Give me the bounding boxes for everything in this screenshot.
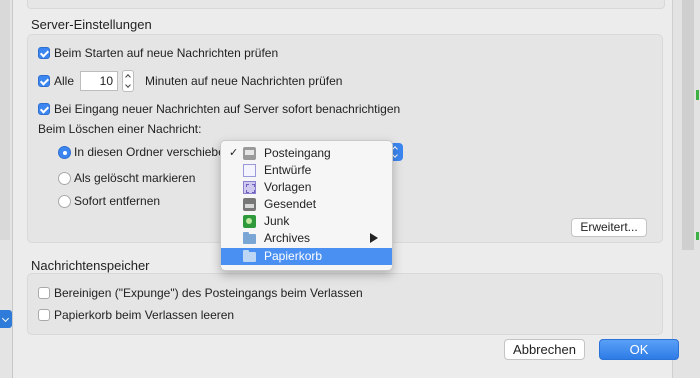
junk-icon xyxy=(243,215,256,228)
submenu-arrow-icon xyxy=(370,233,378,243)
check-on-start-checkbox[interactable] xyxy=(38,47,50,59)
ok-button[interactable]: OK xyxy=(599,339,679,360)
menu-item-label: Posteingang xyxy=(264,146,331,160)
menu-item-vorlagen[interactable]: Vorlagen xyxy=(221,179,392,196)
inbox-icon xyxy=(243,147,256,160)
menu-item-posteingang[interactable]: ✓ Posteingang xyxy=(221,145,392,162)
move-to-folder-radio[interactable] xyxy=(58,146,71,159)
menu-item-papierkorb[interactable]: Papierkorb xyxy=(221,248,392,265)
delete-heading: Beim Löschen einer Nachricht: xyxy=(38,122,202,136)
sent-icon xyxy=(243,198,256,211)
move-to-folder-label: In diesen Ordner verschieben xyxy=(74,145,220,159)
expunge-label: Bereinigen ("Expunge") des Posteingangs … xyxy=(54,286,363,300)
previous-group-box xyxy=(27,0,665,9)
folder-icon xyxy=(243,232,256,244)
empty-trash-checkbox[interactable] xyxy=(38,309,50,321)
server-settings-title: Server-Einstellungen xyxy=(31,17,152,32)
mark-deleted-radio[interactable] xyxy=(58,172,71,185)
background-dropdown-button[interactable] xyxy=(0,310,12,328)
templates-icon xyxy=(243,181,256,194)
menu-item-label: Vorlagen xyxy=(264,180,312,194)
remove-immediately-radio[interactable] xyxy=(58,195,71,208)
check-interval-stepper[interactable] xyxy=(122,70,134,92)
folder-icon xyxy=(243,250,256,262)
menu-item-label: Gesendet xyxy=(264,197,317,211)
background-indicator xyxy=(696,90,699,100)
background-indicator xyxy=(696,232,699,240)
expunge-checkbox[interactable] xyxy=(38,287,50,299)
check-every-prefix: Alle xyxy=(54,74,75,88)
notify-immediately-checkbox[interactable] xyxy=(38,103,50,115)
drafts-icon xyxy=(243,164,256,177)
storage-section-title: Nachrichtenspeicher xyxy=(31,258,150,273)
menu-item-gesendet[interactable]: Gesendet xyxy=(221,196,392,213)
menu-item-label: Archives xyxy=(264,231,311,245)
menu-item-entwuerfe[interactable]: Entwürfe xyxy=(221,162,392,179)
empty-trash-label: Papierkorb beim Verlassen leeren xyxy=(54,308,235,322)
check-every-suffix: Minuten auf neue Nachrichten prüfen xyxy=(145,74,343,88)
menu-item-junk[interactable]: Junk xyxy=(221,213,392,230)
folder-dropdown-menu: ✓ Posteingang Entwürfe Vorlagen Gesendet… xyxy=(220,140,393,271)
cancel-button[interactable]: Abbrechen xyxy=(504,339,585,360)
menu-item-label: Papierkorb xyxy=(264,249,323,263)
check-interval-field[interactable]: 10 xyxy=(80,71,118,91)
remove-immediately-label: Sofort entfernen xyxy=(74,194,161,208)
background-scrollbar[interactable] xyxy=(0,0,10,240)
menu-item-archives[interactable]: Archives xyxy=(221,230,392,247)
storage-group xyxy=(27,273,663,335)
mark-deleted-label: Als gelöscht markieren xyxy=(74,171,196,185)
checkmark-icon: ✓ xyxy=(229,147,239,159)
menu-item-label: Junk xyxy=(264,214,290,228)
check-on-start-label: Beim Starten auf neue Nachrichten prüfen xyxy=(54,46,279,60)
menu-item-label: Entwürfe xyxy=(264,163,312,177)
check-every-checkbox[interactable] xyxy=(38,75,50,87)
notify-immediately-label: Bei Eingang neuer Nachrichten auf Server… xyxy=(54,102,401,116)
background-scrollbar-right[interactable] xyxy=(682,0,694,250)
advanced-button[interactable]: Erweitert... xyxy=(571,218,647,237)
